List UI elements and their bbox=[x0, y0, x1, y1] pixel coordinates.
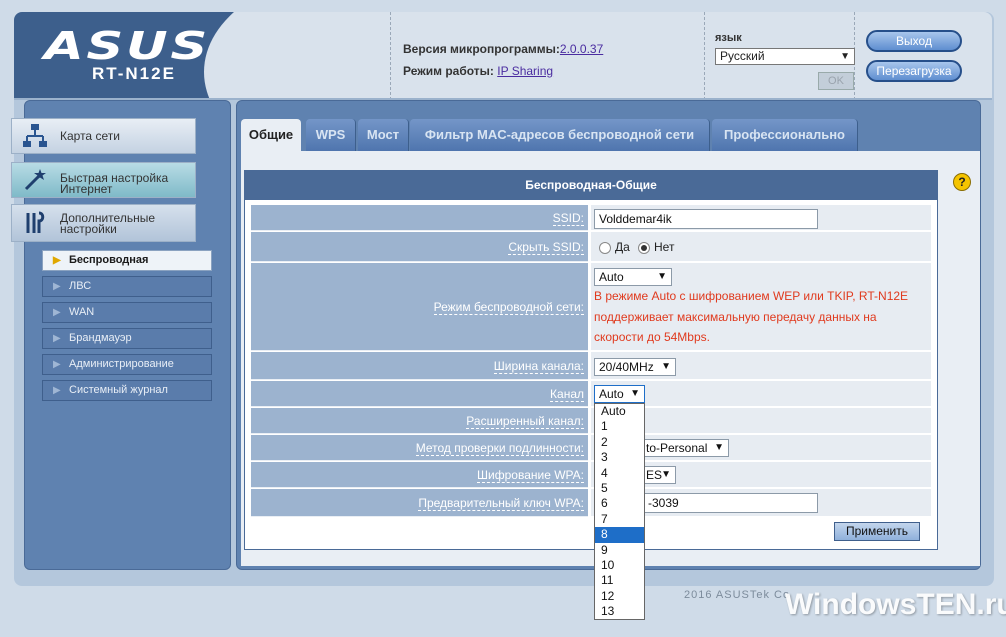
reboot-button[interactable]: Перезагрузка bbox=[866, 60, 962, 82]
sidebar-card-quick-setup[interactable]: Быстрая настройка Интернет bbox=[11, 162, 196, 198]
hide-ssid-yes-radio[interactable] bbox=[599, 242, 611, 254]
mode-label: Режим работы: bbox=[403, 64, 494, 78]
wireless-mode-label: Режим беспроводной сети: bbox=[251, 263, 588, 351]
wireless-mode-select[interactable]: Auto ▼ bbox=[594, 268, 672, 286]
wpa-encryption-label: Шифрование WPA: bbox=[251, 462, 588, 488]
ssid-label: SSID: bbox=[251, 205, 588, 231]
channel-dropdown-list[interactable]: Auto 1 2 3 4 5 6 7 8 9 10 11 12 13 bbox=[594, 403, 645, 620]
logout-button[interactable]: Выход bbox=[866, 30, 962, 52]
wpa-key-label: Предварительный ключ WPA: bbox=[251, 489, 588, 517]
sidebar-item-system-log[interactable]: ▶ Системный журнал bbox=[42, 380, 212, 401]
copyright-text: 2016 ASUSTek Co bbox=[684, 589, 791, 601]
logo-area: ASUS RT-N12E bbox=[14, 12, 504, 98]
chevron-down-icon: ▼ bbox=[840, 51, 850, 62]
network-map-icon bbox=[22, 123, 48, 149]
channel-option[interactable]: 5 bbox=[595, 481, 644, 496]
channel-option[interactable]: 6 bbox=[595, 496, 644, 511]
hide-ssid-yes-label: Да bbox=[615, 240, 630, 254]
sidebar-item-wan[interactable]: ▶ WAN bbox=[42, 302, 212, 323]
chevron-down-icon: ▼ bbox=[661, 361, 671, 372]
tab-wps[interactable]: WPS bbox=[306, 119, 356, 151]
chevron-down-icon: ▼ bbox=[661, 469, 671, 480]
tab-bridge[interactable]: Мост bbox=[358, 119, 409, 151]
channel-option[interactable]: 2 bbox=[595, 435, 644, 450]
asus-logo: ASUS bbox=[44, 24, 211, 68]
language-select[interactable]: Русский ▼ bbox=[715, 48, 855, 65]
channel-option[interactable]: 3 bbox=[595, 450, 644, 465]
sidebar-item-firewall[interactable]: ▶ Брандмауэр bbox=[42, 328, 212, 349]
panel-title: Беспроводная-Общие bbox=[244, 170, 938, 200]
hide-ssid-label: Скрыть SSID: bbox=[251, 232, 588, 262]
tab-mac-filter[interactable]: Фильтр MAC-адресов беспроводной сети bbox=[410, 119, 710, 151]
firmware-label: Версия микропрограммы: bbox=[403, 42, 560, 56]
channel-option[interactable]: 1 bbox=[595, 419, 644, 434]
help-icon[interactable]: ? bbox=[953, 173, 971, 191]
bandwidth-select[interactable]: 20/40MHz ▼ bbox=[594, 358, 676, 376]
extension-channel-label: Расширенный канал: bbox=[251, 408, 588, 434]
header: ASUS RT-N12E Версия микропрограммы:2.0.0… bbox=[14, 12, 992, 100]
arrow-right-icon: ▶ bbox=[53, 307, 61, 318]
ssid-input[interactable] bbox=[594, 209, 818, 229]
channel-option[interactable]: 8 bbox=[595, 527, 644, 543]
channel-option[interactable]: 4 bbox=[595, 466, 644, 481]
sidebar-item-administration[interactable]: ▶ Администрирование bbox=[42, 354, 212, 375]
firmware-version-link[interactable]: 2.0.0.37 bbox=[560, 42, 603, 56]
sidebar-card-network-map[interactable]: Карта сети bbox=[11, 118, 196, 154]
language-ok-button[interactable]: OK bbox=[818, 72, 854, 90]
arrow-right-icon: ▶ bbox=[53, 359, 61, 370]
mode-value-link[interactable]: IP Sharing bbox=[497, 64, 553, 78]
sidebar-item-wireless[interactable]: ▶ Беспроводная bbox=[42, 250, 212, 271]
channel-option[interactable]: 10 bbox=[595, 558, 644, 573]
watermark: WindowsTEN.ru bbox=[785, 588, 1006, 621]
channel-option[interactable]: 7 bbox=[595, 512, 644, 527]
channel-option[interactable]: 11 bbox=[595, 573, 644, 588]
tools-icon bbox=[22, 209, 48, 235]
channel-option[interactable]: 13 bbox=[595, 604, 644, 619]
channel-select[interactable]: Auto ▼ bbox=[594, 385, 645, 403]
arrow-right-icon: ▶ bbox=[53, 255, 61, 266]
arrow-right-icon: ▶ bbox=[53, 385, 61, 396]
chevron-down-icon: ▼ bbox=[657, 271, 667, 282]
chevron-down-icon: ▼ bbox=[630, 388, 640, 399]
bandwidth-label: Ширина канала: bbox=[251, 352, 588, 380]
auth-method-label: Метод проверки подлинности: bbox=[251, 435, 588, 461]
language-box: язык Русский ▼ OK bbox=[705, 12, 855, 98]
channel-option[interactable]: 12 bbox=[595, 589, 644, 604]
firmware-info: Версия микропрограммы:2.0.0.37 Режим раб… bbox=[390, 12, 705, 98]
tab-general[interactable]: Общие bbox=[241, 119, 301, 155]
apply-button[interactable]: Применить bbox=[834, 522, 920, 541]
sidebar-item-lan[interactable]: ▶ ЛВС bbox=[42, 276, 212, 297]
wireless-mode-warning: В режиме Auto с шифрованием WEP или TKIP… bbox=[594, 289, 909, 344]
channel-label: Канал bbox=[251, 381, 588, 407]
language-label: язык bbox=[715, 32, 742, 44]
hide-ssid-no-label: Нет bbox=[654, 240, 675, 254]
hide-ssid-no-radio[interactable] bbox=[638, 242, 650, 254]
arrow-right-icon: ▶ bbox=[53, 333, 61, 344]
tab-professional[interactable]: Профессионально bbox=[712, 119, 858, 151]
model-name: RT-N12E bbox=[92, 64, 176, 83]
chevron-down-icon: ▼ bbox=[714, 442, 724, 453]
channel-option[interactable]: Auto bbox=[595, 404, 644, 419]
channel-option[interactable]: 9 bbox=[595, 543, 644, 558]
magic-wand-icon bbox=[22, 167, 48, 193]
arrow-right-icon: ▶ bbox=[53, 281, 61, 292]
sidebar-card-advanced[interactable]: Дополнительные настройки bbox=[11, 204, 196, 242]
